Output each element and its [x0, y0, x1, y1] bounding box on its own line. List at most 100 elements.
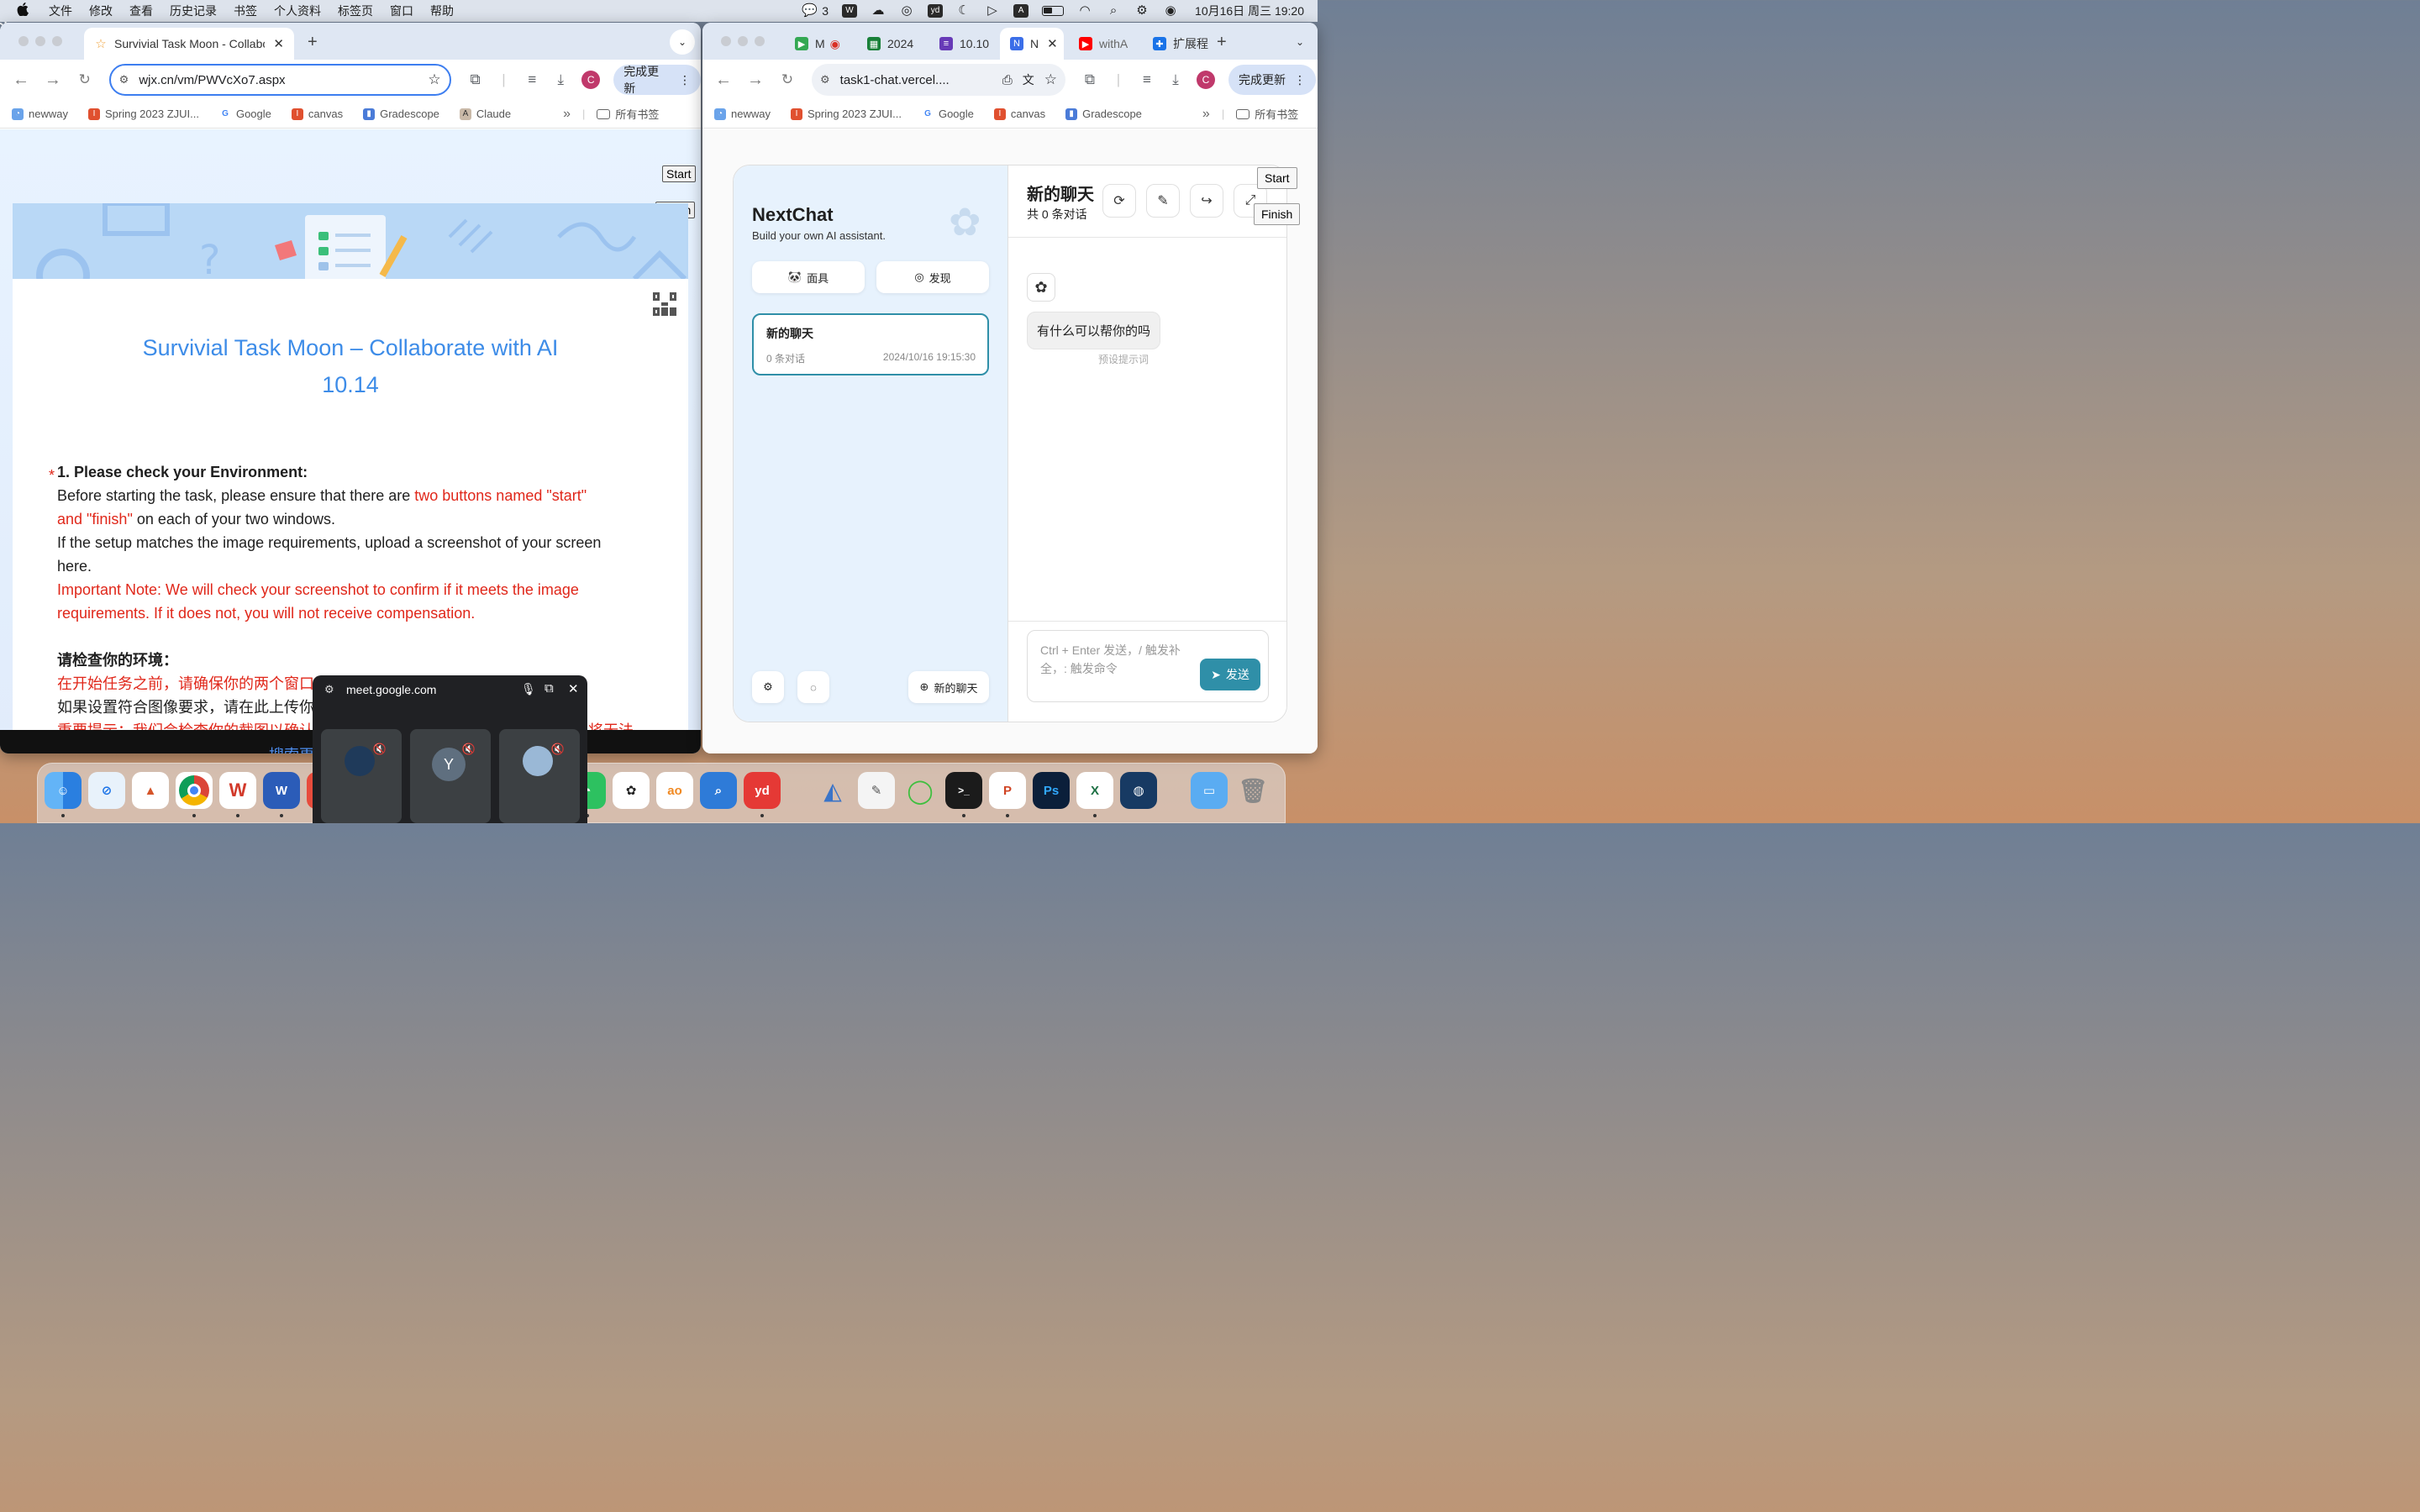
- youdao-status-icon[interactable]: yd: [928, 4, 944, 18]
- bookmark-spring-2023[interactable]: I Spring 2023 ZJUI...: [790, 108, 902, 120]
- chevron-down-icon[interactable]: ⌄: [670, 29, 695, 55]
- update-button[interactable]: 完成更新 ⋮: [613, 65, 701, 95]
- menu-history[interactable]: 历史记录: [170, 3, 217, 19]
- github-button[interactable]: ◌: [797, 671, 829, 703]
- sync-icon[interactable]: ◎: [899, 4, 914, 18]
- wechat-status-icon[interactable]: 💬 3: [802, 4, 829, 18]
- cloud-icon[interactable]: ☁: [871, 4, 886, 18]
- translate-icon[interactable]: 文: [1023, 71, 1034, 88]
- preview-app-icon[interactable]: ⌕: [700, 772, 737, 809]
- site-info-icon[interactable]: ⚙: [119, 73, 129, 87]
- back-icon[interactable]: ←: [5, 71, 37, 90]
- battery-icon[interactable]: [1042, 6, 1065, 16]
- mask-button[interactable]: 🐼 面具: [752, 261, 865, 293]
- powerpoint-app-icon[interactable]: P: [989, 772, 1026, 809]
- matlab-app-icon[interactable]: ▲: [132, 772, 169, 809]
- spotlight-search-icon[interactable]: ⌕: [1106, 4, 1121, 18]
- steam-app-icon[interactable]: ◍: [1120, 772, 1157, 809]
- chatgpt-app-icon[interactable]: ✿: [613, 772, 650, 809]
- bookmark-canvas[interactable]: Icanvas: [993, 108, 1045, 120]
- bookmarks-overflow-icon[interactable]: »: [563, 107, 571, 122]
- start-button[interactable]: Start: [1257, 167, 1297, 189]
- menu-view[interactable]: 查看: [129, 3, 153, 19]
- bookmark-gradescope[interactable]: ▮ Gradescope: [363, 108, 439, 120]
- menu-profile[interactable]: 个人资料: [274, 3, 321, 19]
- site-info-icon[interactable]: ⚙: [324, 683, 334, 696]
- bookmark-canvas[interactable]: Icanvas: [291, 108, 343, 120]
- excel-app-icon[interactable]: X: [1076, 772, 1113, 809]
- forward-icon[interactable]: →: [37, 71, 69, 90]
- site-info-icon[interactable]: ⚙: [820, 73, 830, 87]
- close-pip-icon[interactable]: ✕: [568, 681, 579, 696]
- new-tab-icon[interactable]: +: [308, 33, 318, 52]
- all-bookmarks[interactable]: 所有书签: [1236, 106, 1298, 122]
- extensions-icon[interactable]: ⧉: [461, 71, 490, 88]
- bookmark-star-icon[interactable]: ☆: [428, 71, 440, 88]
- address-bar[interactable]: ⚙ task1-chat.vercel.... ⎙ 文 ☆: [812, 64, 1065, 96]
- zoom-window-icon[interactable]: [755, 36, 765, 46]
- script-editor-app-icon[interactable]: ✎: [858, 772, 895, 809]
- tab-meet[interactable]: ▶ M ◉: [785, 28, 855, 60]
- moon-icon[interactable]: ☾: [956, 4, 971, 18]
- menu-bookmarks[interactable]: 书签: [234, 3, 257, 19]
- zoom-window-icon[interactable]: [52, 36, 62, 46]
- back-icon[interactable]: ←: [708, 71, 739, 90]
- input-method-icon[interactable]: A: [1013, 4, 1029, 18]
- wps-app-icon[interactable]: W: [219, 772, 256, 809]
- youdao-app-icon[interactable]: yd: [744, 772, 781, 809]
- edit-button[interactable]: ✎: [1146, 184, 1180, 218]
- thinkorswim-app-icon[interactable]: ◯: [902, 772, 939, 809]
- terminal-app-icon[interactable]: >_: [945, 772, 982, 809]
- forward-icon[interactable]: →: [739, 71, 771, 90]
- bookmark-google[interactable]: G Google: [218, 108, 271, 120]
- tab-youtube[interactable]: ▶ withA: [1069, 28, 1141, 60]
- profile-avatar[interactable]: C: [1197, 71, 1215, 89]
- bookmark-newway[interactable]: ◔ newway: [12, 108, 68, 120]
- all-bookmarks[interactable]: 所有书签: [597, 106, 659, 122]
- start-button[interactable]: Start: [662, 165, 696, 182]
- close-window-icon[interactable]: [721, 36, 731, 46]
- participant-tile[interactable]: 🔇: [499, 729, 580, 823]
- refresh-button[interactable]: ⟳: [1102, 184, 1136, 218]
- new-tab-icon[interactable]: +: [1217, 33, 1227, 52]
- word-app-icon[interactable]: W: [263, 772, 300, 809]
- chevron-down-icon[interactable]: ⌄: [1287, 29, 1313, 55]
- bookmark-claude[interactable]: A Claude: [459, 108, 511, 120]
- chat-session-item[interactable]: 新的聊天 0 条对话 2024/10/16 19:15:30: [752, 313, 989, 375]
- bookmark-gradescope[interactable]: ▮ Gradescope: [1065, 108, 1142, 120]
- wifi-icon[interactable]: ◠: [1077, 4, 1092, 18]
- new-chat-button[interactable]: ⊕ 新的聊天: [908, 671, 989, 703]
- more-menu-icon[interactable]: ⋮: [1294, 73, 1306, 87]
- media-control-icon[interactable]: ≡: [1133, 71, 1161, 88]
- bottom-banner-text[interactable]: 搜索更: [269, 747, 314, 753]
- photoshop-app-icon[interactable]: Ps: [1033, 772, 1070, 809]
- bookmark-newway[interactable]: ◔ newway: [714, 108, 771, 120]
- bookmark-spring-2023[interactable]: I Spring 2023 ZJUI...: [87, 108, 199, 120]
- profile-avatar[interactable]: C: [581, 71, 601, 89]
- send-button[interactable]: ➤ 发送: [1200, 659, 1260, 690]
- discover-button[interactable]: ◎ 发现: [876, 261, 989, 293]
- close-window-icon[interactable]: [18, 36, 29, 46]
- tab-form[interactable]: ≡ 10.10: [929, 28, 998, 60]
- finder-app-icon[interactable]: ☺: [45, 772, 82, 809]
- close-tab-icon[interactable]: ✕: [265, 36, 284, 51]
- menu-window[interactable]: 窗口: [390, 3, 413, 19]
- bookmarks-overflow-icon[interactable]: »: [1202, 107, 1210, 122]
- share-button[interactable]: ↪: [1190, 184, 1223, 218]
- menu-edit[interactable]: 修改: [89, 3, 113, 19]
- wps-status-icon[interactable]: W: [842, 4, 858, 18]
- tab-extensions[interactable]: ✚ 扩展程: [1143, 28, 1215, 60]
- safari-app-icon[interactable]: ⊘: [88, 772, 125, 809]
- participant-tile[interactable]: 🔇: [321, 729, 402, 823]
- menu-help[interactable]: 帮助: [430, 3, 454, 19]
- minimize-window-icon[interactable]: [738, 36, 748, 46]
- bookmark-star-icon[interactable]: ☆: [1044, 71, 1057, 88]
- chrome-app-icon[interactable]: [176, 772, 213, 809]
- nutstore-app-icon[interactable]: ao: [656, 772, 693, 809]
- microphone-icon[interactable]: 🎙: [521, 682, 536, 696]
- participant-tile[interactable]: 🔇 Y: [410, 729, 491, 823]
- minimize-window-icon[interactable]: [35, 36, 45, 46]
- download-icon[interactable]: ⤓: [546, 71, 575, 88]
- play-icon[interactable]: ▷: [985, 4, 1000, 18]
- media-control-icon[interactable]: ≡: [518, 71, 546, 88]
